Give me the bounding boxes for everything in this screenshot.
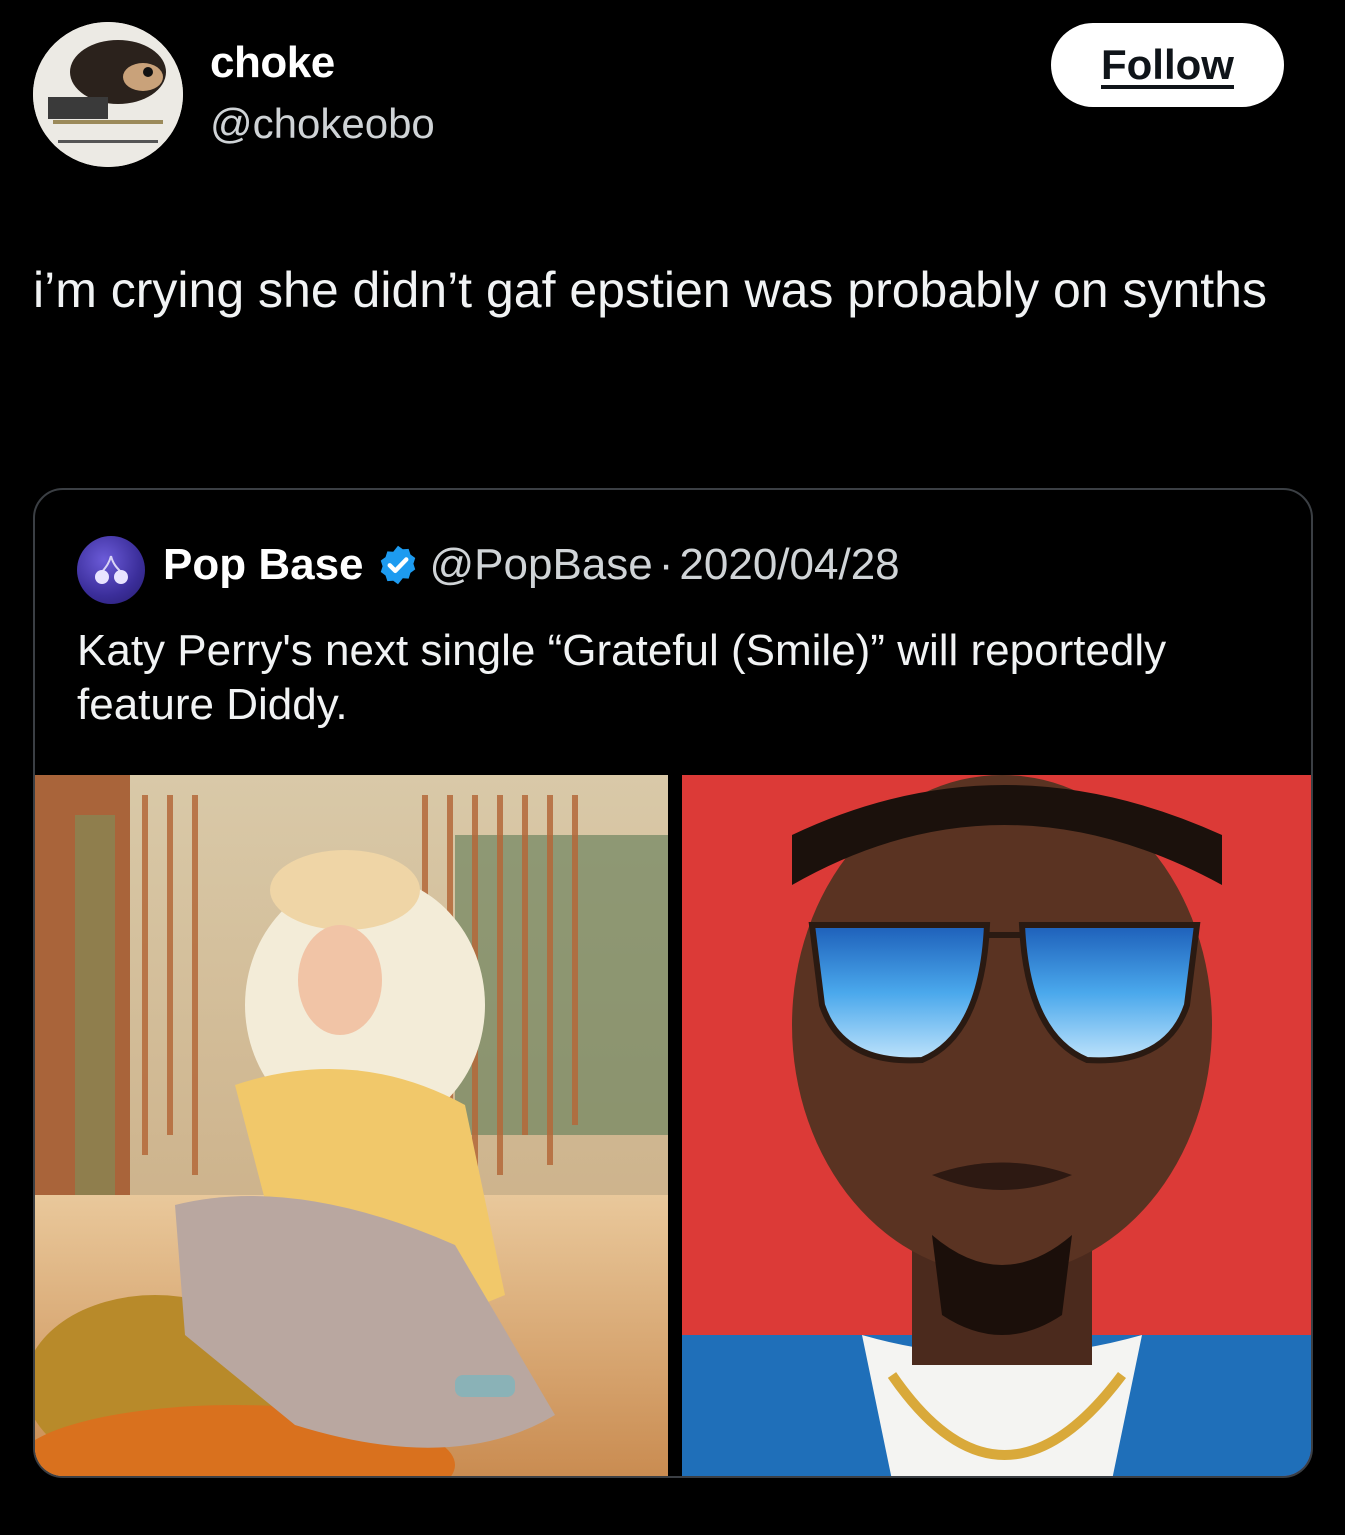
quoted-author-avatar[interactable] (77, 536, 145, 604)
quoted-author-handle[interactable]: @PopBase (430, 540, 653, 590)
quoted-text: Katy Perry's next single “Grateful (Smil… (77, 626, 1167, 729)
quoted-media (35, 775, 1311, 1476)
quoted-header: Pop Base @PopBase · 2020/04/28 (163, 540, 900, 590)
cherry-icon (95, 555, 128, 584)
tweet-text: i’m crying she didn’t gaf epstien was pr… (33, 262, 1267, 318)
quoted-date[interactable]: 2020/04/28 (679, 540, 899, 590)
diddy-image (682, 775, 1311, 1476)
verified-badge-icon (380, 545, 415, 585)
tweet-screenshot: choke @chokeobo Follow i’m crying she di… (0, 0, 1345, 1535)
photo-diddy[interactable] (682, 775, 1311, 1476)
author-handle[interactable]: @chokeobo (210, 100, 435, 148)
separator-dot: · (658, 540, 674, 589)
photo-katy-perry[interactable] (35, 775, 668, 1476)
quoted-author-name[interactable]: Pop Base (163, 540, 364, 590)
avatar-image (33, 22, 183, 167)
follow-button[interactable]: Follow (1051, 23, 1284, 107)
author-display-name[interactable]: choke (210, 38, 335, 88)
katy-perry-image (35, 775, 668, 1476)
author-avatar[interactable] (33, 22, 183, 167)
quoted-tweet-card[interactable]: Pop Base @PopBase · 2020/04/28 Katy Perr… (33, 488, 1313, 1478)
